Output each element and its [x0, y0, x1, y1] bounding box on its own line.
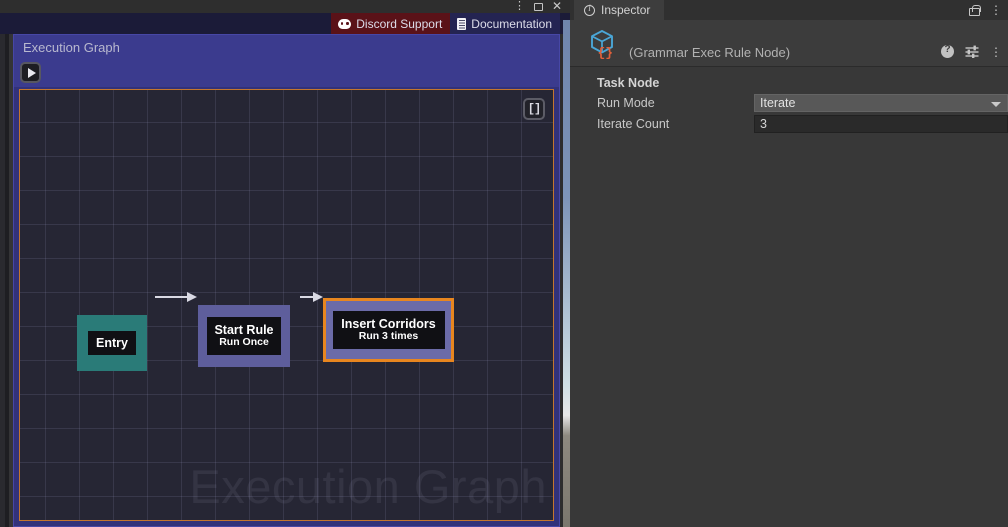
property-row-run-mode: Run Mode Iterate — [570, 94, 1008, 114]
inspector-object-header: {} (Grammar Exec Rule Node) ⋮ — [570, 20, 1008, 67]
play-icon[interactable] — [20, 62, 41, 83]
section-header-task-node: Task Node — [597, 76, 660, 90]
run-mode-field: Iterate — [754, 94, 1008, 112]
links-bar: Discord Support Documentation — [0, 13, 570, 34]
run-mode-label: Run Mode — [597, 96, 655, 110]
lock-icon[interactable] — [969, 4, 981, 16]
tab-inspector-label: Inspector — [601, 3, 651, 17]
run-mode-dropdown[interactable]: Iterate — [754, 94, 1008, 112]
graph-toolbar — [14, 61, 559, 87]
graph-node-subtitle: Run 3 times — [358, 330, 419, 343]
chevron-down-icon — [991, 102, 1001, 107]
graph-node-title: Entry — [96, 336, 128, 350]
document-icon — [457, 17, 467, 30]
graph-node-subtitle: Run Once — [219, 336, 269, 349]
info-icon — [584, 3, 595, 16]
iterate-count-field: 3 — [754, 115, 1008, 133]
graph-canvas[interactable]: Execution Graph [] Entry Start Rule Run … — [19, 89, 554, 521]
graph-node-label-box: Start Rule Run Once — [207, 317, 281, 355]
graph-vertical-scrollbar[interactable] — [563, 20, 570, 527]
graph-editor-window: ⋮ ✕ Discord Support Documentation Execut… — [0, 0, 570, 527]
iterate-count-input[interactable]: 3 — [754, 115, 1008, 133]
panel-title-bar: Execution Graph — [14, 35, 559, 61]
preset-settings-icon[interactable] — [965, 45, 979, 58]
iterate-count-label: Iterate Count — [597, 117, 670, 131]
kebab-menu-icon[interactable]: ⋮ — [990, 4, 1002, 16]
graph-node-start-rule[interactable]: Start Rule Run Once — [198, 305, 290, 367]
graph-edge-start-rule-to-insert-corridors — [300, 292, 323, 302]
links-group: Discord Support Documentation — [331, 13, 560, 34]
inspector-header-actions: ⋮ — [941, 44, 1002, 58]
window-maximize-icon[interactable] — [533, 2, 543, 11]
graph-edge-entry-to-start-rule — [155, 292, 197, 302]
window-close-icon[interactable]: ✕ — [552, 0, 562, 12]
documentation-label: Documentation — [471, 16, 552, 31]
brackets-icon[interactable]: [] — [523, 98, 545, 120]
iterate-count-value: 3 — [760, 117, 767, 131]
svg-text:{}: {} — [598, 46, 614, 61]
graph-node-title: Insert Corridors — [341, 317, 436, 332]
inspector-object-name: (Grammar Exec Rule Node) — [629, 45, 791, 60]
scriptable-object-cube-icon: {} — [588, 28, 620, 61]
graph-node-insert-corridors[interactable]: Insert Corridors Run 3 times — [323, 298, 454, 362]
window-chrome-bar: ⋮ ✕ — [0, 0, 570, 13]
discord-support-label: Discord Support — [356, 16, 443, 31]
documentation-link[interactable]: Documentation — [450, 13, 560, 34]
property-row-iterate-count: Iterate Count 3 — [570, 115, 1008, 135]
discord-icon — [338, 18, 352, 29]
graph-node-title: Start Rule — [214, 323, 274, 338]
execution-graph-panel: Execution Graph Execution Graph [] Entry — [13, 34, 560, 527]
graph-node-label-box: Entry — [88, 331, 136, 355]
run-mode-value: Iterate — [760, 96, 796, 110]
inspector-tab-bar: Inspector ⋮ — [570, 0, 1008, 20]
graph-watermark: Execution Graph — [189, 460, 547, 513]
discord-support-link[interactable]: Discord Support — [331, 13, 451, 34]
window-controls: ⋮ ✕ — [514, 0, 562, 13]
tab-inspector[interactable]: Inspector — [574, 0, 665, 20]
inspector-tab-actions: ⋮ — [969, 0, 1002, 20]
window-more-menu-icon[interactable]: ⋮ — [514, 1, 525, 12]
page-title: Execution Graph — [23, 40, 120, 55]
inspector-panel: Inspector ⋮ {} (Grammar Exec Rule Node) — [570, 0, 1008, 527]
graph-node-entry[interactable]: Entry — [77, 315, 147, 371]
kebab-menu-icon[interactable]: ⋮ — [990, 46, 1002, 58]
help-icon[interactable] — [941, 44, 954, 58]
app-root: ⋮ ✕ Discord Support Documentation Execut… — [0, 0, 1008, 527]
graph-node-label-box: Insert Corridors Run 3 times — [332, 311, 445, 349]
